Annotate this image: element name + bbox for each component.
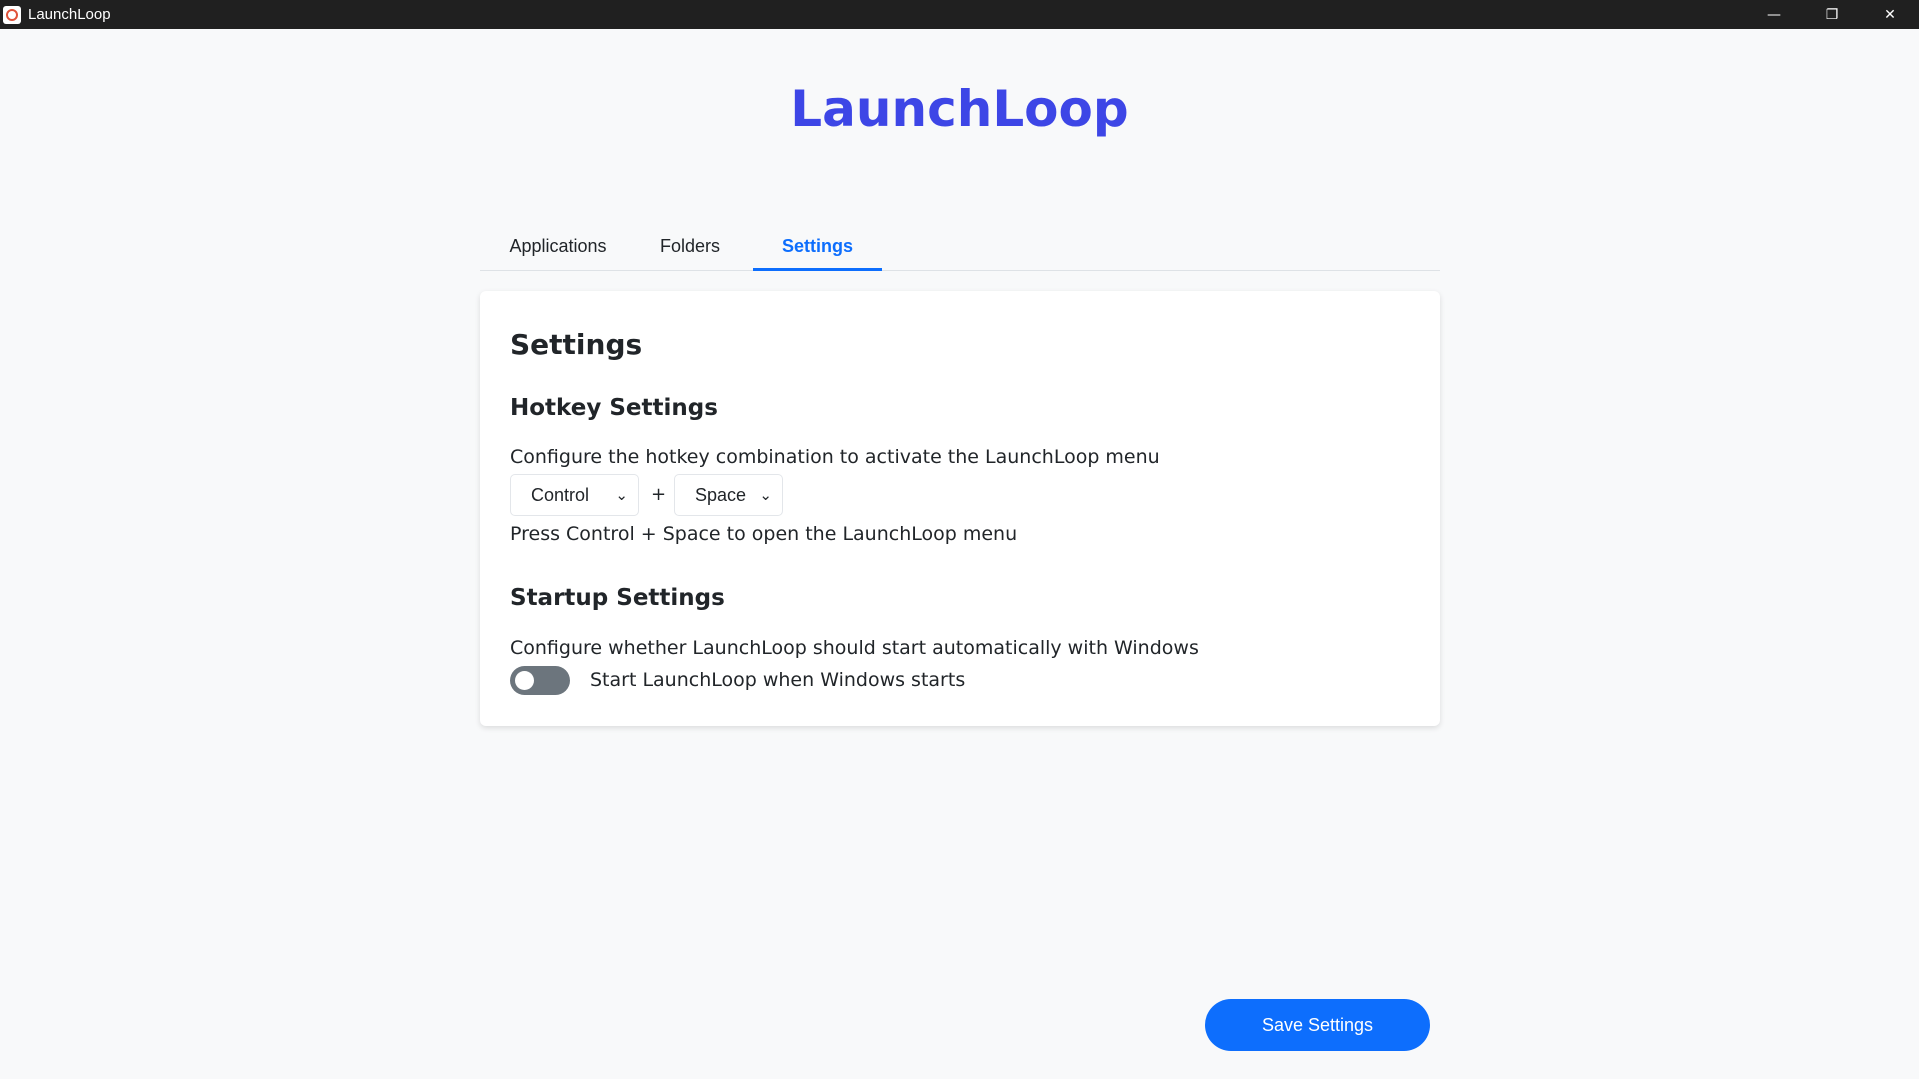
chevron-down-icon: ⌄ — [759, 487, 772, 504]
hotkey-key-value: Space — [695, 484, 747, 505]
hotkey-modifier-value: Control — [531, 484, 590, 505]
minimize-button[interactable]: — — [1745, 0, 1803, 29]
hotkey-description: Configure the hotkey combination to acti… — [510, 446, 1160, 468]
chevron-down-icon: ⌄ — [615, 487, 628, 504]
tab-applications[interactable]: Applications — [494, 224, 622, 268]
app-logo-icon — [3, 5, 21, 24]
hotkey-plus-sign: + — [651, 484, 667, 505]
close-button[interactable]: ✕ — [1861, 0, 1919, 29]
toggle-knob — [515, 671, 534, 690]
tab-settings[interactable]: Settings — [753, 224, 882, 271]
app-title: LaunchLoop — [790, 80, 1129, 138]
settings-title: Settings — [510, 328, 643, 361]
window-controls: — ❐ ✕ — [1745, 0, 1919, 29]
hotkey-key-select[interactable]: Space ⌄ — [674, 474, 783, 516]
window-titlebar: LaunchLoop — ❐ ✕ — [0, 0, 1919, 29]
startup-description: Configure whether LaunchLoop should star… — [510, 637, 1199, 659]
window-title: LaunchLoop — [28, 6, 111, 23]
save-settings-button[interactable]: Save Settings — [1205, 999, 1430, 1051]
tab-bar: Applications Folders Settings — [480, 224, 1440, 271]
hotkey-modifier-select[interactable]: Control ⌄ — [510, 474, 639, 516]
startup-settings-title: Startup Settings — [510, 585, 725, 611]
startup-toggle-label: Start LaunchLoop when Windows starts — [590, 669, 966, 691]
tab-folders[interactable]: Folders — [635, 224, 745, 268]
restore-button[interactable]: ❐ — [1803, 0, 1861, 29]
startup-toggle[interactable] — [510, 666, 570, 695]
hotkey-hint: Press Control + Space to open the Launch… — [510, 523, 1018, 545]
hotkey-settings-title: Hotkey Settings — [510, 395, 718, 421]
